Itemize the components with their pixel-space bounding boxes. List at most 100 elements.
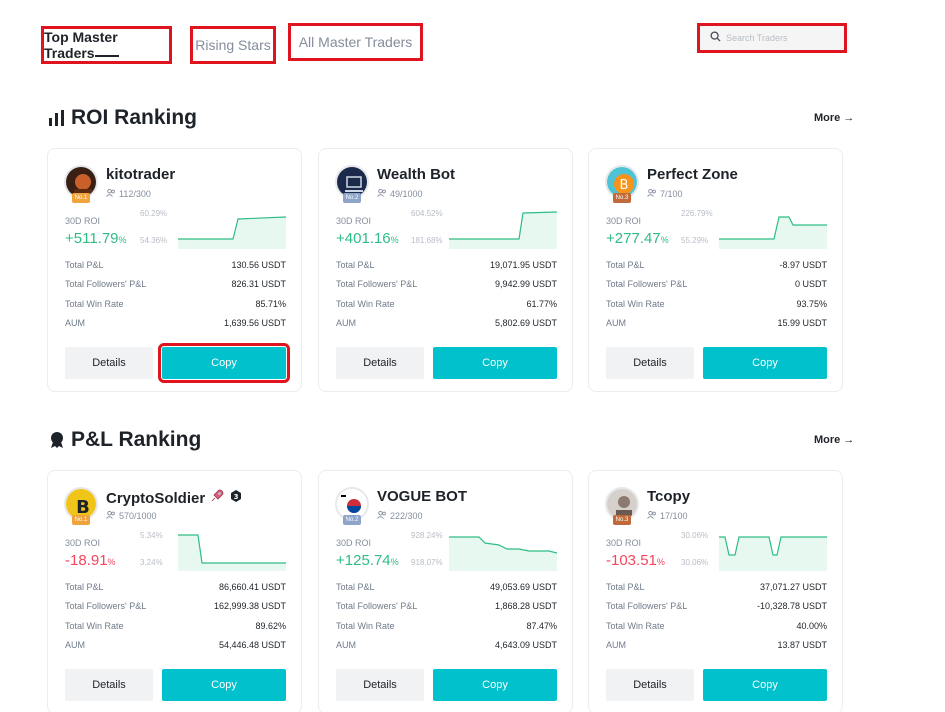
copy-label: Copy bbox=[482, 679, 508, 691]
stat-label: Total Win Rate bbox=[606, 621, 665, 631]
medal-icon bbox=[48, 431, 66, 449]
roi-unit: % bbox=[390, 557, 399, 567]
trader-name-text: Perfect Zone bbox=[647, 166, 738, 183]
trader-card[interactable]: No.2 Wealth Bot 49/1000 30D ROI +401.16%… bbox=[318, 148, 573, 392]
stat-label: Total Followers' P&L bbox=[336, 601, 418, 611]
trader-name-text: VOGUE BOT bbox=[377, 488, 468, 505]
copy-button[interactable]: Copy bbox=[433, 669, 557, 701]
stat-row: Total Followers' P&L 826.31 USDT bbox=[65, 279, 286, 289]
roi-unit: % bbox=[107, 557, 116, 567]
copy-button[interactable]: Copy bbox=[162, 669, 286, 701]
stat-row: Total P&L -8.97 USDT bbox=[606, 260, 827, 270]
details-button[interactable]: Details bbox=[65, 347, 153, 379]
follower-count: 17/100 bbox=[647, 510, 688, 521]
roi-value: +511.79% bbox=[65, 230, 127, 247]
svg-text:3: 3 bbox=[234, 493, 239, 501]
copy-label: Copy bbox=[211, 679, 237, 691]
stat-label: AUM bbox=[606, 640, 626, 650]
more-link-pnl[interactable]: More → bbox=[814, 434, 854, 446]
follower-count-text: 17/100 bbox=[660, 511, 688, 521]
stat-label: Total Followers' P&L bbox=[606, 279, 688, 289]
users-icon bbox=[106, 188, 116, 199]
stat-label: Total Win Rate bbox=[336, 621, 395, 631]
copy-label: Copy bbox=[211, 357, 237, 369]
trader-card[interactable]: B No.1 CryptoSoldier 3 570/1000 30D ROI … bbox=[47, 470, 302, 712]
roi-number: -103.51 bbox=[606, 552, 657, 569]
trader-name[interactable]: VOGUE BOT bbox=[377, 488, 467, 505]
details-button[interactable]: Details bbox=[336, 669, 424, 701]
stat-value: 61.77% bbox=[526, 299, 557, 309]
chart-high-label: 928.24% bbox=[411, 531, 443, 540]
chart-high-label: 60.29% bbox=[140, 209, 168, 218]
follower-count: 570/1000 bbox=[106, 510, 157, 521]
stat-row: AUM 1,639.56 USDT bbox=[65, 318, 286, 328]
details-button[interactable]: Details bbox=[65, 669, 153, 701]
tab-label: All Master Traders bbox=[298, 34, 413, 50]
trader-name[interactable]: kitotrader bbox=[106, 166, 175, 183]
roi-label: 30D ROI bbox=[336, 538, 372, 548]
stat-value: 54,446.48 USDT bbox=[218, 640, 286, 650]
stat-value: 1,868.28 USDT bbox=[494, 601, 557, 611]
chart-low-label: 918.07% bbox=[411, 558, 443, 567]
sparkline-area bbox=[178, 217, 286, 249]
copy-label: Copy bbox=[752, 679, 778, 691]
stat-label: AUM bbox=[336, 318, 356, 328]
trader-name[interactable]: Perfect Zone bbox=[647, 166, 738, 183]
follower-count: 7/100 bbox=[647, 188, 683, 199]
trader-name[interactable]: Wealth Bot bbox=[377, 166, 455, 183]
roi-unit: % bbox=[660, 235, 669, 245]
roi-number: +511.79 bbox=[65, 230, 119, 247]
stat-label: Total Followers' P&L bbox=[336, 279, 418, 289]
rank-badge: No.1 bbox=[72, 515, 90, 525]
copy-button[interactable]: Copy bbox=[703, 347, 827, 379]
more-link-roi[interactable]: More → bbox=[814, 112, 854, 124]
trader-name[interactable]: CryptoSoldier 3 bbox=[106, 488, 243, 508]
trader-card[interactable]: No.2 VOGUE BOT 222/300 30D ROI +125.74% … bbox=[318, 470, 573, 712]
rocket-icon bbox=[209, 488, 225, 508]
roi-number: -18.91 bbox=[65, 552, 108, 569]
stat-row: AUM 54,446.48 USDT bbox=[65, 640, 286, 650]
details-button[interactable]: Details bbox=[336, 347, 424, 379]
roi-value: -103.51% bbox=[606, 552, 665, 569]
stat-value: 49,053.69 USDT bbox=[489, 582, 557, 592]
trader-name[interactable]: Tcopy bbox=[647, 488, 690, 505]
details-label: Details bbox=[363, 679, 397, 691]
stat-row: Total P&L 86,660.41 USDT bbox=[65, 582, 286, 592]
stat-value: 4,643.09 USDT bbox=[494, 640, 557, 650]
stat-label: Total P&L bbox=[606, 260, 645, 270]
details-label: Details bbox=[363, 357, 397, 369]
bar-chart-icon bbox=[48, 110, 66, 126]
sparkline-area bbox=[449, 537, 557, 571]
rank-badge: No.2 bbox=[343, 515, 361, 525]
roi-number: +125.74 bbox=[336, 552, 391, 569]
stat-label: Total P&L bbox=[65, 260, 104, 270]
trader-card[interactable]: B No.3 Perfect Zone 7/100 30D ROI +277.4… bbox=[588, 148, 843, 392]
follower-count: 222/300 bbox=[377, 510, 423, 521]
trader-card[interactable]: No.3 Tcopy 17/100 30D ROI -103.51% 30.06… bbox=[588, 470, 843, 712]
follower-count: 112/300 bbox=[106, 188, 151, 199]
roi-sparkline bbox=[719, 216, 827, 249]
stat-label: Total P&L bbox=[336, 582, 375, 592]
tab-all-master-traders[interactable]: All Master Traders bbox=[288, 23, 423, 61]
tab-bar: Top Master Traders Rising Stars All Mast… bbox=[0, 0, 945, 80]
tab-top-master-traders[interactable]: Top Master Traders bbox=[41, 26, 172, 64]
details-button[interactable]: Details bbox=[606, 669, 694, 701]
roi-unit: % bbox=[390, 235, 399, 245]
users-icon bbox=[106, 510, 116, 521]
tab-rising-stars[interactable]: Rising Stars bbox=[190, 26, 276, 64]
copy-button[interactable]: Copy bbox=[703, 669, 827, 701]
copy-label: Copy bbox=[482, 357, 508, 369]
details-button[interactable]: Details bbox=[606, 347, 694, 379]
trader-card[interactable]: No.1 kitotrader 112/300 30D ROI +511.79%… bbox=[47, 148, 302, 392]
rank-badge: No.3 bbox=[613, 193, 631, 203]
stat-row: Total P&L 37,071.27 USDT bbox=[606, 582, 827, 592]
stat-row: Total Followers' P&L 0 USDT bbox=[606, 279, 827, 289]
level-badge-icon: 3 bbox=[229, 489, 243, 507]
copy-button[interactable]: Copy bbox=[433, 347, 557, 379]
copy-button[interactable]: Copy bbox=[158, 343, 290, 383]
search-input[interactable]: Search Traders bbox=[697, 23, 847, 53]
section-title-roi: ROI Ranking bbox=[48, 106, 197, 130]
stat-row: AUM 13.87 USDT bbox=[606, 640, 827, 650]
roi-label: 30D ROI bbox=[606, 216, 642, 226]
stat-value: -10,328.78 USDT bbox=[756, 601, 827, 611]
